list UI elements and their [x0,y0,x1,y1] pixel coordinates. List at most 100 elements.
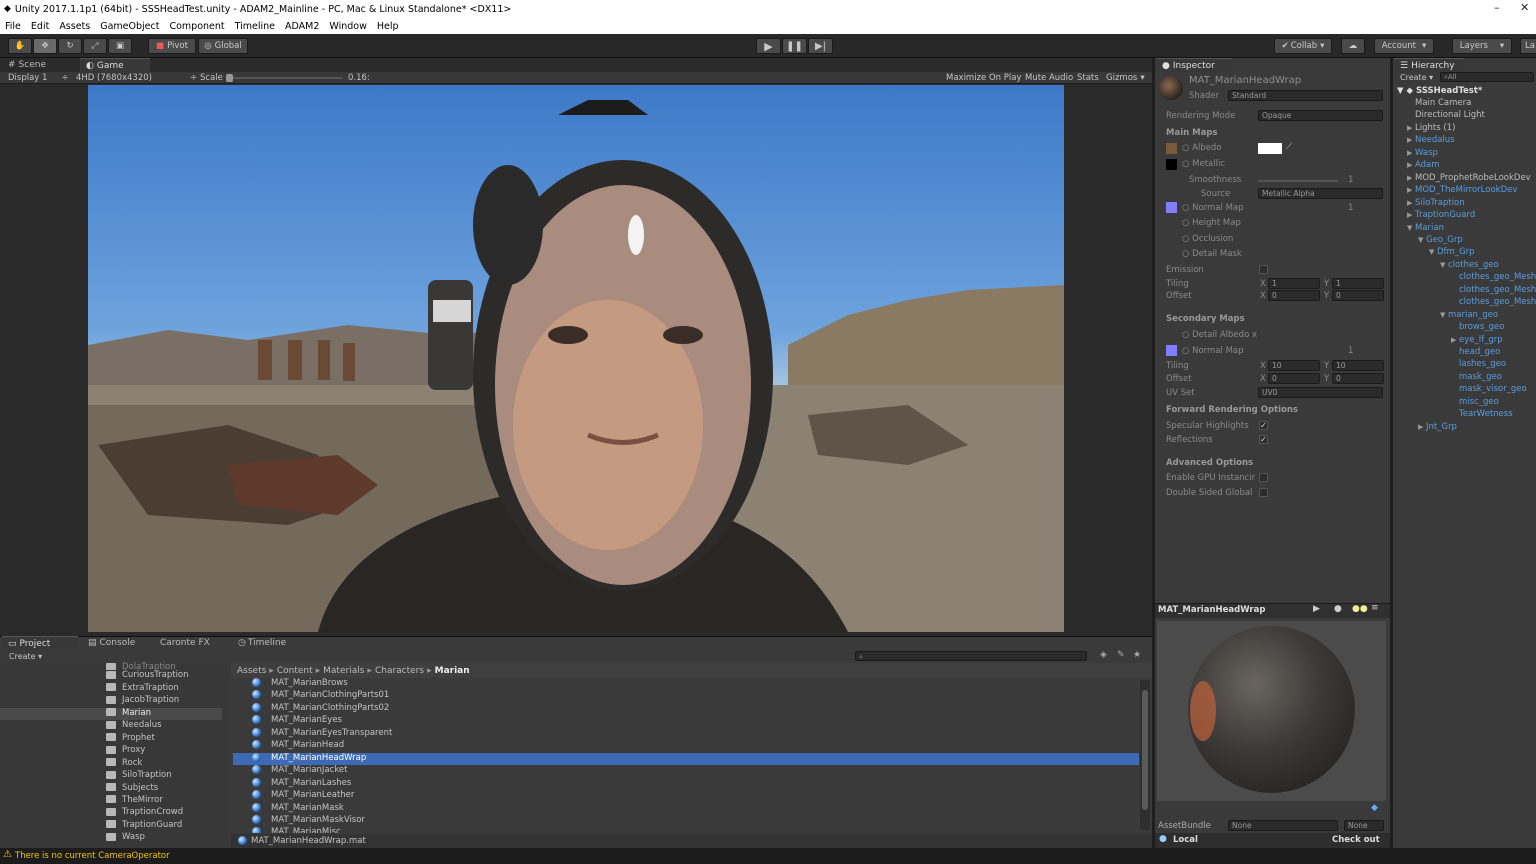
menu-item-assets[interactable]: Assets [54,21,95,32]
shader-dropdown[interactable]: Standard [1228,90,1383,101]
collab-button[interactable]: ✔ Collab ▾ [1274,38,1332,54]
project-create[interactable]: Create ▾ [9,652,42,661]
offset2-y-field[interactable]: 0 [1332,373,1384,384]
collapse-arrow-icon[interactable]: ▼ [1407,224,1415,232]
rendering-mode-dropdown[interactable]: Opaque [1258,110,1383,121]
play-button[interactable]: ▶ [756,38,781,54]
tab-game[interactable]: ◐ Game [80,58,150,72]
preview-play-icon[interactable]: ▶ [1313,604,1320,614]
folder-item[interactable]: TraptionCrowd [0,807,222,819]
expand-arrow-icon[interactable]: ▶ [1407,199,1415,207]
rect-tool-button[interactable]: ▣ [108,38,132,54]
menu-item-gameobject[interactable]: GameObject [95,21,164,32]
breadcrumb-item[interactable]: Content [277,666,313,676]
eyedropper-icon[interactable]: ⟋ [1286,142,1292,152]
folder-item[interactable]: Wasp [0,832,222,844]
asset-item[interactable]: MAT_MarianClothingParts01 [233,690,1139,702]
mute-audio-toggle[interactable]: Mute Audio [1025,73,1073,83]
albedo-color-swatch[interactable] [1258,143,1282,154]
asset-scrollbar-thumb[interactable] [1142,690,1148,810]
pivot-button[interactable]: ■ Pivot [148,38,196,54]
layers-button[interactable]: Layers ▾ [1452,38,1512,54]
expand-arrow-icon[interactable]: ▶ [1407,136,1415,144]
tag-icon[interactable]: ◆ [1371,803,1378,813]
hierarchy-item[interactable]: ▼ marian_geo [1440,310,1498,320]
hierarchy-item[interactable]: clothes_geo_Mesh [1451,285,1536,295]
specular-highlights-checkbox[interactable]: ✓ [1259,421,1268,430]
asset-item[interactable]: MAT_MarianJacket [233,765,1139,777]
tiling-x-field[interactable]: 1 [1268,278,1320,289]
hierarchy-item[interactable]: ▶ Needalus [1407,135,1455,145]
asset-item[interactable]: MAT_MarianMask [233,802,1139,815]
checkout-button[interactable]: Check out [1332,835,1380,845]
hand-tool-button[interactable]: ✋ [8,38,32,54]
preview-menu-icon[interactable]: ≡ [1371,603,1379,613]
collapse-arrow-icon[interactable]: ▼ [1418,236,1426,244]
tab-scene[interactable]: # Scene [2,58,52,72]
expand-arrow-icon[interactable]: ▶ [1407,211,1415,219]
minimize-icon[interactable]: – [1494,1,1500,14]
gpu-instancing-checkbox[interactable] [1259,473,1268,482]
folder-item[interactable]: CuriousTraption [0,670,222,682]
offset2-x-field[interactable]: 0 [1268,373,1320,384]
asset-item[interactable]: MAT_MarianMisc [233,827,1139,834]
folder-item[interactable]: TheMirror [0,795,222,807]
hierarchy-item[interactable]: misc_geo [1451,397,1499,407]
expand-arrow-icon[interactable]: ▶ [1407,124,1415,132]
material-preview[interactable] [1157,621,1386,801]
hierarchy-item[interactable]: ▼ Geo_Grp [1418,235,1463,245]
hierarchy-item[interactable]: Directional Light [1407,110,1485,120]
hierarchy-create[interactable]: Create ▾ [1400,73,1433,82]
folder-item[interactable]: DolaTraption [0,662,222,670]
smoothness-value[interactable]: 1 [1348,175,1353,185]
tiling2-y-field[interactable]: 10 [1332,360,1384,371]
offset-y-field[interactable]: 0 [1332,290,1384,301]
stats-toggle[interactable]: Stats [1077,73,1099,83]
hierarchy-item[interactable]: ▶ SiloTraption [1407,198,1465,208]
normal-map-thumb[interactable] [1166,202,1177,213]
tab-inspector[interactable]: ● Inspector [1156,58,1232,72]
filter-label-icon[interactable]: ✎ [1117,650,1125,660]
expand-arrow-icon[interactable]: ▶ [1407,174,1415,182]
hierarchy-item[interactable]: ▶ Adam [1407,160,1440,170]
asset-scrollbar[interactable] [1140,680,1150,830]
move-tool-button[interactable]: ✥ [33,38,57,54]
menu-item-window[interactable]: Window [324,21,371,32]
hierarchy-item[interactable]: ▼ Dfm_Grp [1429,247,1475,257]
hierarchy-item[interactable]: clothes_geo_Mesh [1451,272,1536,282]
asset-item[interactable]: MAT_MarianEyes [233,715,1139,727]
folder-item[interactable]: Subjects [0,783,222,795]
secondary-normal-value[interactable]: 1 [1348,346,1353,356]
tiling-y-field[interactable]: 1 [1332,278,1384,289]
offset-x-field[interactable]: 0 [1268,290,1320,301]
rotate-tool-button[interactable]: ↻ [58,38,82,54]
folder-item[interactable]: Prophet [0,733,222,745]
asset-item[interactable]: MAT_MarianLashes [233,777,1139,790]
scale-slider-handle[interactable] [226,74,233,82]
menu-item-component[interactable]: Component [164,21,229,32]
maximize-on-play-toggle[interactable]: Maximize On Play [946,73,1021,83]
hierarchy-item[interactable]: ▶ Wasp [1407,148,1438,158]
scale-slider[interactable] [226,74,342,82]
folder-item[interactable]: SiloTraption [0,770,222,782]
folder-item[interactable]: Marian [0,707,222,720]
tab-timeline[interactable]: ◷ Timeline [232,636,292,650]
display-select[interactable]: Display 1 ÷ [8,73,69,83]
game-view-render[interactable] [88,85,1064,632]
hierarchy-item[interactable]: ▶ MOD_TheMirrorLookDev [1407,185,1517,195]
asset-item[interactable]: MAT_MarianBrows [233,678,1139,690]
expand-arrow-icon[interactable]: ▶ [1407,161,1415,169]
layout-button[interactable]: La [1520,38,1536,54]
folder-item[interactable]: JacobTraption [0,695,222,707]
asset-item[interactable]: MAT_MarianHead [233,740,1139,752]
expand-arrow-icon[interactable]: ▶ [1418,423,1426,431]
menu-item-edit[interactable]: Edit [26,21,54,32]
resolution-select[interactable]: 4HD (7680x4320) ÷ [76,73,197,83]
scene-root[interactable]: ▼ ◆ SSSHeadTest* [1397,86,1482,96]
pause-button[interactable]: ❚❚ [782,38,807,54]
tiling2-x-field[interactable]: 10 [1268,360,1320,371]
breadcrumb-item[interactable]: Marian [435,666,470,676]
uv-set-dropdown[interactable]: UV0 [1258,387,1383,398]
assetbundle-dropdown[interactable]: None [1228,820,1338,831]
hierarchy-item[interactable]: head_geo [1451,347,1500,357]
